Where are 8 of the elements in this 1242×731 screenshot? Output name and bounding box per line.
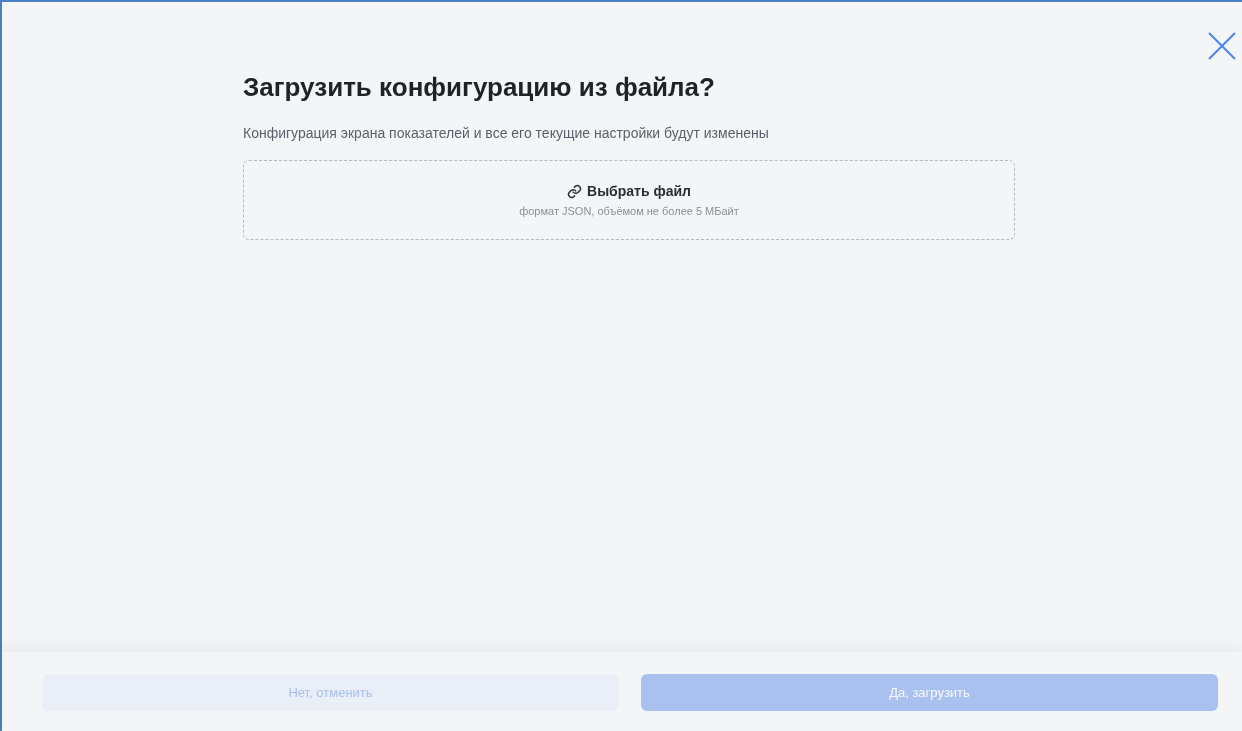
dialog-title: Загрузить конфигурацию из файла? [243, 72, 716, 103]
choose-file-label[interactable]: Выбрать файл [587, 183, 691, 199]
dialog-description: Конфигурация экрана показателей и все его текущие настройки будут изменены [243, 125, 770, 141]
close-button[interactable] [1206, 30, 1238, 62]
link-icon [567, 183, 582, 199]
file-format-hint: формат JSON, объёмом не более 5 МБайт [519, 205, 739, 217]
file-drop-zone[interactable]: Выбрать файл формат JSON, объёмом не более 5 МБайт [243, 160, 1015, 240]
close-icon [1206, 30, 1238, 62]
